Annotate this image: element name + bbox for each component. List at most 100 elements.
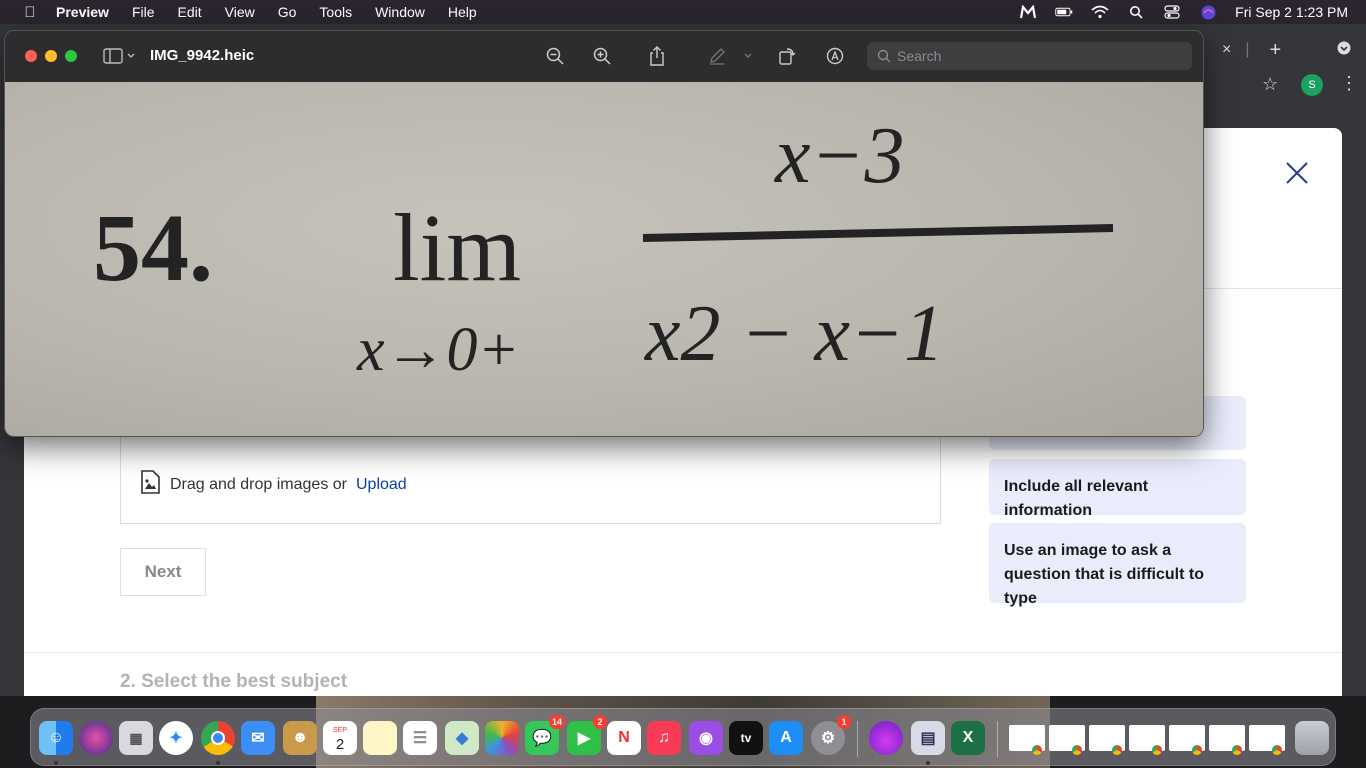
- close-icon[interactable]: [1284, 160, 1310, 186]
- dock: ☺ ▦ ✦ ✉ ☻ SEP 2 ☰ ◆ 💬 14 ▶ 2 N ♫ ◉ tv A ⚙ 1…: [30, 708, 1336, 766]
- running-indicator: [926, 761, 930, 765]
- system-preferences-icon[interactable]: ⚙ 1: [811, 715, 851, 755]
- messages-icon[interactable]: 💬 14: [525, 715, 565, 755]
- calendar-icon[interactable]: SEP 2: [323, 721, 357, 755]
- profile-avatar[interactable]: S: [1301, 74, 1323, 96]
- wifi-icon[interactable]: [1091, 5, 1109, 19]
- markup-chevron-down-icon[interactable]: [741, 44, 755, 68]
- notes-icon[interactable]: [363, 721, 397, 755]
- sidebar-toggle-button[interactable]: [103, 47, 137, 65]
- fraction-bar: [642, 224, 1114, 242]
- news-icon[interactable]: N: [607, 721, 641, 755]
- menu-edit[interactable]: Edit: [178, 4, 202, 20]
- siri-icon[interactable]: [1199, 5, 1217, 19]
- problem-number: 54.: [93, 194, 213, 301]
- launchpad-icon[interactable]: ▦: [119, 721, 153, 755]
- messages-badge: 14: [548, 715, 565, 729]
- upload-instructions: Drag and drop images or: [170, 475, 347, 493]
- settings-badge: 1: [837, 715, 851, 729]
- header-divider: [1204, 288, 1342, 289]
- chrome-icon[interactable]: [201, 721, 235, 755]
- window-close-button[interactable]: [25, 50, 37, 62]
- search-input[interactable]: [897, 48, 1177, 64]
- calendar-day: 2: [335, 736, 345, 753]
- app-store-icon[interactable]: A: [769, 721, 803, 755]
- search-icon: [877, 49, 891, 63]
- preview-toolbar: IMG_9942.heic: [5, 31, 1203, 82]
- new-tab-icon[interactable]: +: [1270, 39, 1282, 62]
- tip-card: Include all relevant information: [989, 459, 1246, 519]
- annotate-icon[interactable]: [823, 44, 847, 68]
- maps-icon[interactable]: ◆: [445, 721, 479, 755]
- tab-divider: |: [1245, 41, 1250, 58]
- chevron-down-icon: [127, 53, 135, 58]
- spotlight-icon[interactable]: [1127, 5, 1145, 19]
- browser-menu-icon[interactable]: ⋮: [1340, 73, 1358, 94]
- malwarebytes-icon[interactable]: [1019, 5, 1037, 19]
- upload-row: Drag and drop images or Upload: [139, 470, 407, 499]
- bookmark-star-icon[interactable]: ☆: [1262, 74, 1278, 95]
- facetime-icon[interactable]: ▶ 2: [567, 715, 607, 755]
- zoom-out-icon[interactable]: [543, 44, 567, 68]
- search-field[interactable]: [867, 42, 1192, 70]
- minimized-window-thumbnail[interactable]: [1209, 725, 1245, 755]
- minimized-window-thumbnail[interactable]: [1089, 725, 1125, 755]
- music-icon[interactable]: ♫: [647, 721, 681, 755]
- numerator-text: x−3: [774, 112, 905, 200]
- document-title: IMG_9942.heic: [150, 47, 255, 64]
- image-upload-icon: [139, 470, 161, 499]
- markup-pen-icon[interactable]: [705, 44, 729, 68]
- menu-help[interactable]: Help: [448, 4, 477, 20]
- battery-icon[interactable]: [1055, 5, 1073, 19]
- preview-app-icon[interactable]: ▤: [911, 721, 945, 755]
- safari-icon[interactable]: ✦: [159, 721, 193, 755]
- control-center-icon[interactable]: [1163, 5, 1181, 19]
- siri-app-icon[interactable]: [79, 721, 113, 755]
- apple-menu-icon[interactable]: : [20, 4, 40, 21]
- menu-go[interactable]: Go: [278, 4, 297, 20]
- minimized-window-thumbnail[interactable]: [1009, 725, 1045, 755]
- preview-window: IMG_9942.heic 54. lim x→0+: [4, 30, 1204, 437]
- menu-clock[interactable]: Fri Sep 2 1:23 PM: [1235, 4, 1348, 20]
- menu-app-name[interactable]: Preview: [56, 4, 109, 20]
- minimized-window-thumbnail[interactable]: [1249, 725, 1285, 755]
- browser-toolbar: ☆ S ⋮: [1204, 72, 1366, 100]
- excel-icon[interactable]: X: [951, 721, 985, 755]
- reminders-icon[interactable]: ☰: [403, 721, 437, 755]
- contacts-icon[interactable]: ☻: [283, 721, 317, 755]
- podcasts-icon[interactable]: ◉: [689, 721, 723, 755]
- menu-view[interactable]: View: [225, 4, 255, 20]
- installer-icon[interactable]: [869, 721, 903, 755]
- lim-text: lim: [393, 194, 521, 301]
- tab-search-icon[interactable]: [1337, 41, 1351, 60]
- facetime-badge: 2: [593, 715, 607, 729]
- upload-link[interactable]: Upload: [356, 476, 407, 494]
- menu-bar:  Preview File Edit View Go Tools Window…: [0, 0, 1366, 24]
- share-icon[interactable]: [645, 44, 669, 68]
- apple-tv-icon[interactable]: tv: [729, 721, 763, 755]
- mail-icon[interactable]: ✉: [241, 721, 275, 755]
- trash-icon[interactable]: [1295, 721, 1329, 755]
- menu-window[interactable]: Window: [375, 4, 425, 20]
- tab-close-icon[interactable]: ×: [1222, 41, 1231, 59]
- dock-separator: [997, 721, 998, 757]
- tv-label: tv: [740, 731, 752, 745]
- window-minimize-button[interactable]: [45, 50, 57, 62]
- minimized-window-thumbnail[interactable]: [1169, 725, 1205, 755]
- minimized-window-thumbnail[interactable]: [1049, 725, 1085, 755]
- document-image: 54. lim x→0+ x−3 x2 − x−1: [5, 82, 1203, 436]
- rotate-icon[interactable]: [775, 44, 799, 68]
- section-title: 2. Select the best subject: [120, 671, 348, 692]
- minimized-window-thumbnail[interactable]: [1129, 725, 1165, 755]
- math-problem-photo: 54. lim x→0+ x−3 x2 − x−1: [93, 112, 1114, 384]
- next-button[interactable]: Next: [120, 548, 206, 596]
- zoom-in-icon[interactable]: [590, 44, 614, 68]
- window-zoom-button[interactable]: [65, 50, 77, 62]
- section-divider: [24, 652, 1342, 653]
- photos-icon[interactable]: [485, 721, 519, 755]
- finder-icon[interactable]: ☺: [39, 721, 73, 755]
- sidebar-icon: [103, 48, 123, 64]
- menu-tools[interactable]: Tools: [319, 4, 352, 20]
- dock-separator: [857, 721, 858, 757]
- menu-file[interactable]: File: [132, 4, 155, 20]
